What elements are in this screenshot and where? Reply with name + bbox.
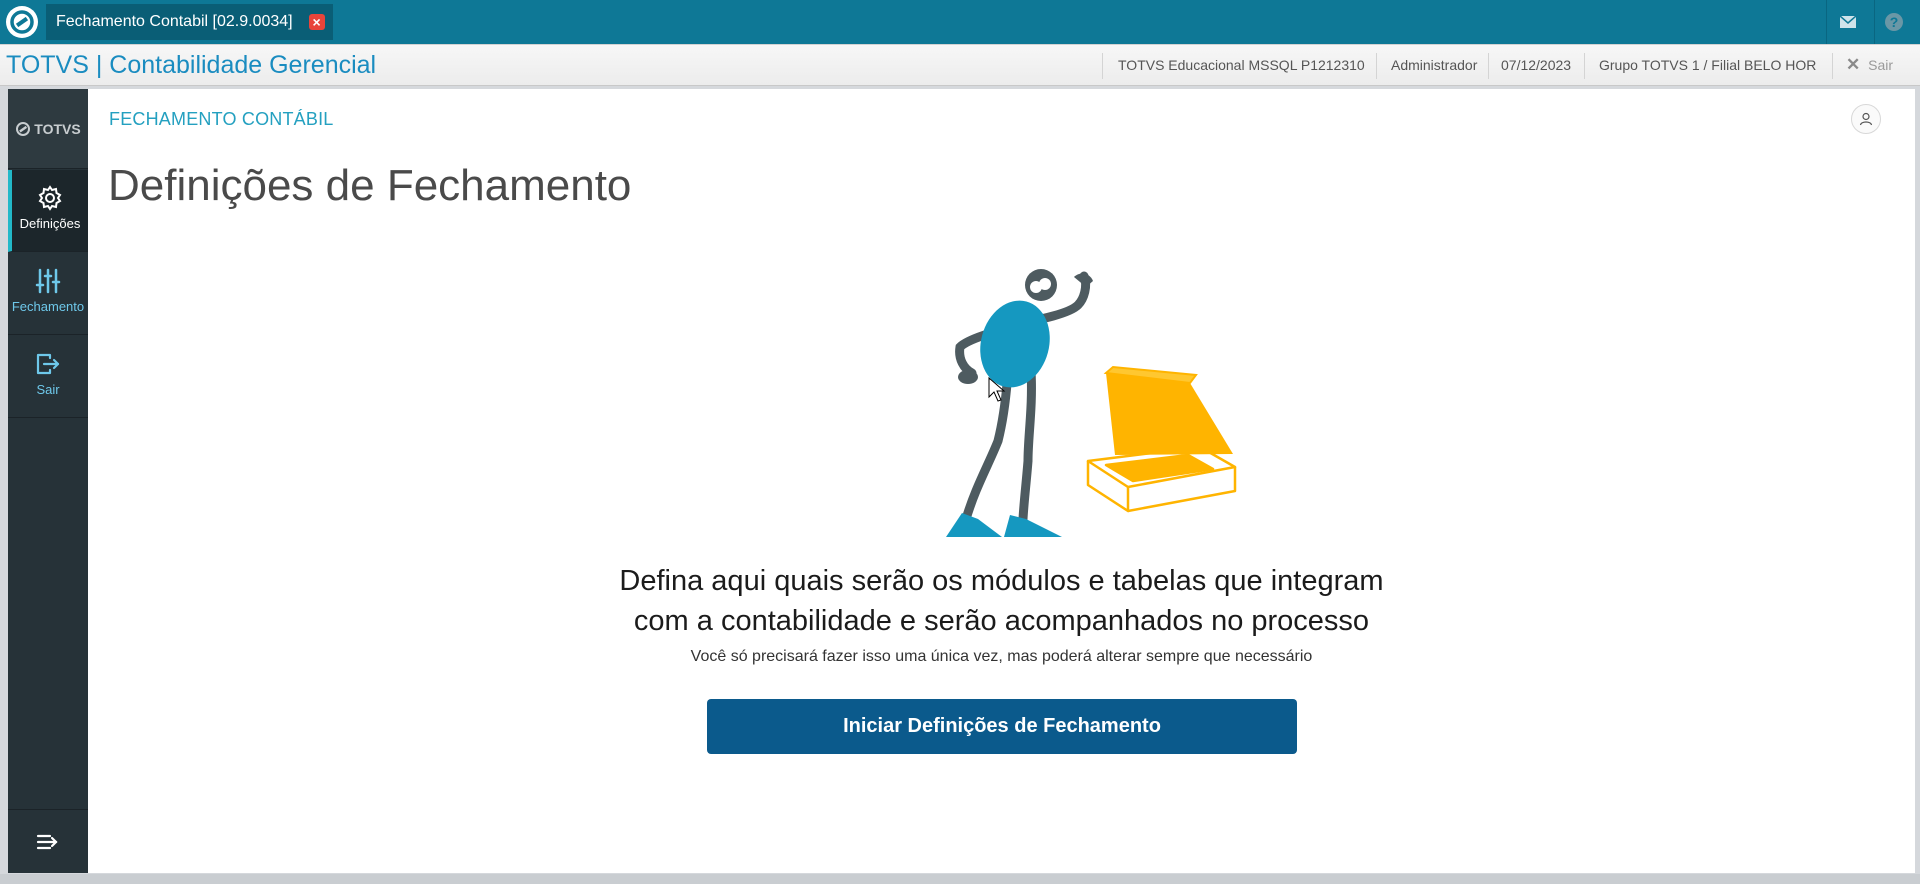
main-content: FECHAMENTO CONTÁBIL Definições de Fecham… xyxy=(88,89,1915,873)
top-bar: Fechamento Contabil [02.9.0034] × ? xyxy=(0,0,1920,44)
sidebar-logo: TOTVS xyxy=(8,89,88,169)
tab-fechamento-contabil[interactable]: Fechamento Contabil [02.9.0034] × xyxy=(46,4,333,40)
sidebar-item-fechamento[interactable]: Fechamento xyxy=(8,253,88,335)
sidebar-item-label: Definições xyxy=(19,216,81,231)
close-tab-icon[interactable]: × xyxy=(308,14,325,30)
sidebar: TOTVS Definições Fechamento Sair xyxy=(8,89,88,873)
mail-icon[interactable] xyxy=(1834,8,1862,36)
subline: Você só precisará fazer isso uma única v… xyxy=(690,648,1313,665)
divider xyxy=(1832,53,1833,79)
totvs-logo-icon[interactable] xyxy=(6,6,38,38)
breadcrumb[interactable]: FECHAMENTO CONTÁBIL xyxy=(109,109,334,130)
collapse-menu-icon xyxy=(36,834,58,849)
divider xyxy=(1826,0,1827,44)
exit-icon xyxy=(34,350,62,378)
sidebar-item-sair[interactable]: Sair xyxy=(8,336,88,418)
page-title: Definições de Fechamento xyxy=(108,161,632,210)
tab-label: Fechamento Contabil [02.9.0034] xyxy=(56,13,293,30)
user-info: Administrador xyxy=(1391,57,1478,73)
divider xyxy=(1376,53,1377,79)
user-profile-button[interactable] xyxy=(1851,104,1881,134)
user-icon xyxy=(1859,112,1873,126)
divider xyxy=(1584,53,1585,79)
empty-state-illustration xyxy=(946,269,1237,537)
divider xyxy=(1102,53,1103,79)
gear-icon xyxy=(36,184,64,212)
branch-info: Grupo TOTVS 1 / Filial BELO HOR xyxy=(1599,57,1817,73)
environment-info: TOTVS Educacional MSSQL P1212310 xyxy=(1118,57,1365,73)
totvs-logo-icon xyxy=(16,121,31,136)
sidebar-item-definicoes[interactable]: Definições xyxy=(8,170,88,252)
app-header: TOTVS | Contabilidade Gerencial TOTVS Ed… xyxy=(0,44,1920,86)
help-icon[interactable]: ? xyxy=(1880,8,1908,36)
sidebar-item-label: Sair xyxy=(36,382,60,397)
sidebar-collapse-button[interactable] xyxy=(8,809,88,873)
start-definitions-button[interactable]: Iniciar Definições de Fechamento xyxy=(707,699,1297,754)
logout-label: Sair xyxy=(1868,57,1894,73)
divider xyxy=(1488,53,1489,79)
bottom-strip xyxy=(0,874,1920,884)
app-title: TOTVS | Contabilidade Gerencial xyxy=(6,51,377,79)
close-icon: ✕ xyxy=(1846,55,1861,74)
sidebar-item-label: Fechamento xyxy=(11,299,85,314)
sidebar-logo-text: TOTVS xyxy=(34,120,81,137)
headline-line-1: Defina aqui quais serão os módulos e tab… xyxy=(619,565,1384,597)
headline-line-2: com a contabilidade e serão acompanhados… xyxy=(633,605,1370,637)
svg-text:?: ? xyxy=(1890,14,1899,30)
divider xyxy=(1874,0,1875,44)
logout-button[interactable]: ✕ Sair xyxy=(1846,45,1893,85)
sliders-icon xyxy=(34,267,62,295)
date-info: 07/12/2023 xyxy=(1501,57,1572,73)
